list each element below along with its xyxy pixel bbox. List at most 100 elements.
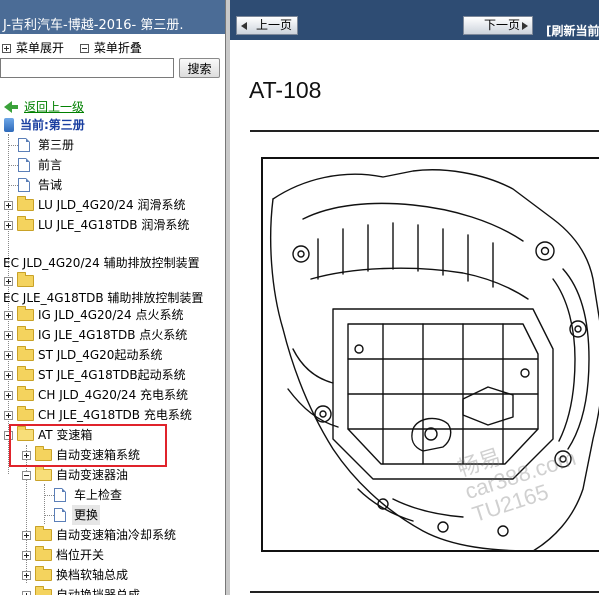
- next-page-button[interactable]: 下一页: [463, 16, 533, 35]
- collapse-icon: [79, 44, 89, 53]
- tree-item[interactable]: 告诫: [0, 175, 225, 195]
- folder-icon: [17, 216, 34, 231]
- arrow-right-icon: [522, 22, 528, 30]
- folder-icon: [17, 386, 34, 401]
- tree-item-label: ST JLE_4G18TDB起动系统: [38, 368, 186, 382]
- prev-page-label: 上一页: [255, 18, 292, 32]
- expand-toggle[interactable]: [22, 591, 31, 595]
- current-volume-row: 当前:第三册: [0, 115, 225, 135]
- tree-item-label: CH JLD_4G20/24 充电系统: [38, 388, 189, 402]
- tree-folder[interactable]: IG JLE_4G18TDB 点火系统: [0, 325, 225, 345]
- tree-folder[interactable]: ST JLD_4G20起动系统: [0, 345, 225, 365]
- expand-icon: [2, 44, 11, 53]
- expand-all-link[interactable]: 菜单展开: [2, 41, 64, 55]
- manual-page: AT-108 畅易 car388.com TU2165: [230, 40, 599, 595]
- tree-folder[interactable]: CH JLD_4G20/24 充电系统: [0, 385, 225, 405]
- folder-icon: [35, 546, 52, 561]
- tree-item-label: 换档软轴总成: [56, 568, 129, 582]
- navigation-pane: J-吉利汽车-博越-2016- 第三册. 菜单展开 菜单折叠 搜索 返回上一级 …: [0, 0, 226, 595]
- tree-item-label: IG JLE_4G18TDB 点火系统: [38, 328, 188, 342]
- header-rule: [250, 130, 599, 132]
- annotation-highlight-box: [9, 424, 167, 467]
- page-icon: [54, 488, 66, 502]
- back-link[interactable]: 返回上一级: [24, 97, 84, 117]
- tree-folder[interactable]: LU JLD_4G20/24 润滑系统: [0, 195, 225, 215]
- page-toolbar: 上一页 下一页 [刷新当前: [230, 0, 599, 40]
- folder-icon: [17, 196, 34, 211]
- back-row[interactable]: 返回上一级: [0, 97, 225, 117]
- tree-item-label: 车上检查: [74, 488, 123, 502]
- tree-folder[interactable]: 自动变速箱油冷却系统: [0, 525, 225, 545]
- page-icon: [54, 508, 66, 522]
- folder-icon: [35, 586, 52, 595]
- tree-item-label: 第三册: [38, 138, 75, 152]
- footer-rule: [250, 591, 599, 593]
- expand-toggle[interactable]: [22, 551, 31, 560]
- expand-toggle[interactable]: [4, 311, 13, 320]
- expand-all-label: 菜单展开: [16, 41, 65, 55]
- next-page-label: 下一页: [483, 18, 520, 32]
- tree-item-label: 前言: [38, 158, 63, 172]
- tree-item-label: EC JLD_4G20/24 辅助排放控制装置: [3, 256, 200, 270]
- tree-folder[interactable]: ST JLE_4G18TDB起动系统: [0, 365, 225, 385]
- tree-item-label: 自动换挡器总成: [56, 588, 141, 595]
- tree-item-label: 自动变速器油: [56, 468, 129, 482]
- tree-folder[interactable]: IG JLD_4G20/24 点火系统: [0, 305, 225, 325]
- collapse-toggle[interactable]: [22, 471, 31, 480]
- collapse-all-link[interactable]: 菜单折叠: [79, 41, 142, 55]
- tree-item-selected[interactable]: 更换: [0, 505, 225, 525]
- tree-folder[interactable]: EC JLD_4G20/24 辅助排放控制装置: [0, 253, 225, 273]
- tree-folder-expanded[interactable]: 自动变速器油: [0, 465, 225, 485]
- tree-item[interactable]: 第三册: [0, 135, 225, 155]
- page-icon: [18, 178, 30, 192]
- expand-toggle[interactable]: [4, 331, 13, 340]
- tree-folder[interactable]: LU JLE_4G18TDB 润滑系统: [0, 215, 225, 235]
- manual-title: J-吉利汽车-博越-2016- 第三册.: [0, 0, 225, 34]
- transmission-illustration: 畅易 car388.com TU2165: [261, 157, 599, 552]
- tree-item-label: 告诫: [38, 178, 63, 192]
- document-pane: 上一页 下一页 [刷新当前 AT-108 畅易 car388.com TU216…: [230, 0, 599, 595]
- folder-icon: [17, 366, 34, 381]
- expand-toggle[interactable]: [4, 411, 13, 420]
- expand-toggle[interactable]: [4, 201, 13, 210]
- tree-folder[interactable]: CH JLE_4G18TDB 充电系统: [0, 405, 225, 425]
- tree-item[interactable]: 前言: [0, 155, 225, 175]
- current-volume-label: 当前:第三册: [20, 118, 85, 132]
- folder-icon: [17, 326, 34, 341]
- expand-toggle[interactable]: [4, 371, 13, 380]
- tree-folder[interactable]: 自动换挡器总成: [0, 585, 225, 595]
- search-input[interactable]: [0, 58, 174, 78]
- folder-icon: [17, 406, 34, 421]
- collapse-all-label: 菜单折叠: [93, 41, 142, 55]
- tree-item-label: ST JLD_4G20起动系统: [38, 348, 163, 362]
- folder-icon: [35, 566, 52, 581]
- tree-folder[interactable]: 档位开关: [0, 545, 225, 565]
- back-arrow-icon: [4, 101, 18, 113]
- book-icon: [4, 118, 14, 132]
- tree-item-label: 自动变速箱油冷却系统: [56, 528, 177, 542]
- expand-toggle[interactable]: [22, 571, 31, 580]
- arrow-left-icon: [241, 22, 247, 30]
- tree-item-label: 更换: [72, 505, 101, 525]
- folder-icon: [17, 346, 34, 361]
- expand-toggle[interactable]: [4, 391, 13, 400]
- tree-item[interactable]: 车上检查: [0, 485, 225, 505]
- expand-toggle[interactable]: [22, 531, 31, 540]
- tree-item-label: LU JLE_4G18TDB 润滑系统: [38, 218, 190, 232]
- menu-controls: 菜单展开 菜单折叠: [0, 34, 225, 56]
- tree-item-label: CH JLE_4G18TDB 充电系统: [38, 408, 192, 422]
- refresh-link[interactable]: [刷新当前: [546, 22, 599, 39]
- prev-page-button[interactable]: 上一页: [236, 16, 298, 35]
- open-folder-icon: [35, 466, 52, 481]
- tree-item-label: LU JLD_4G20/24 润滑系统: [38, 198, 186, 212]
- expand-toggle[interactable]: [4, 277, 13, 286]
- tree-item-label: IG JLD_4G20/24 点火系统: [38, 308, 184, 322]
- folder-icon: [17, 306, 34, 321]
- page-icon: [18, 158, 30, 172]
- folder-icon: [17, 272, 34, 287]
- expand-toggle[interactable]: [4, 351, 13, 360]
- search-button[interactable]: 搜索: [179, 58, 220, 78]
- search-bar: 搜索: [0, 56, 225, 80]
- tree-folder[interactable]: 换档软轴总成: [0, 565, 225, 585]
- expand-toggle[interactable]: [4, 221, 13, 230]
